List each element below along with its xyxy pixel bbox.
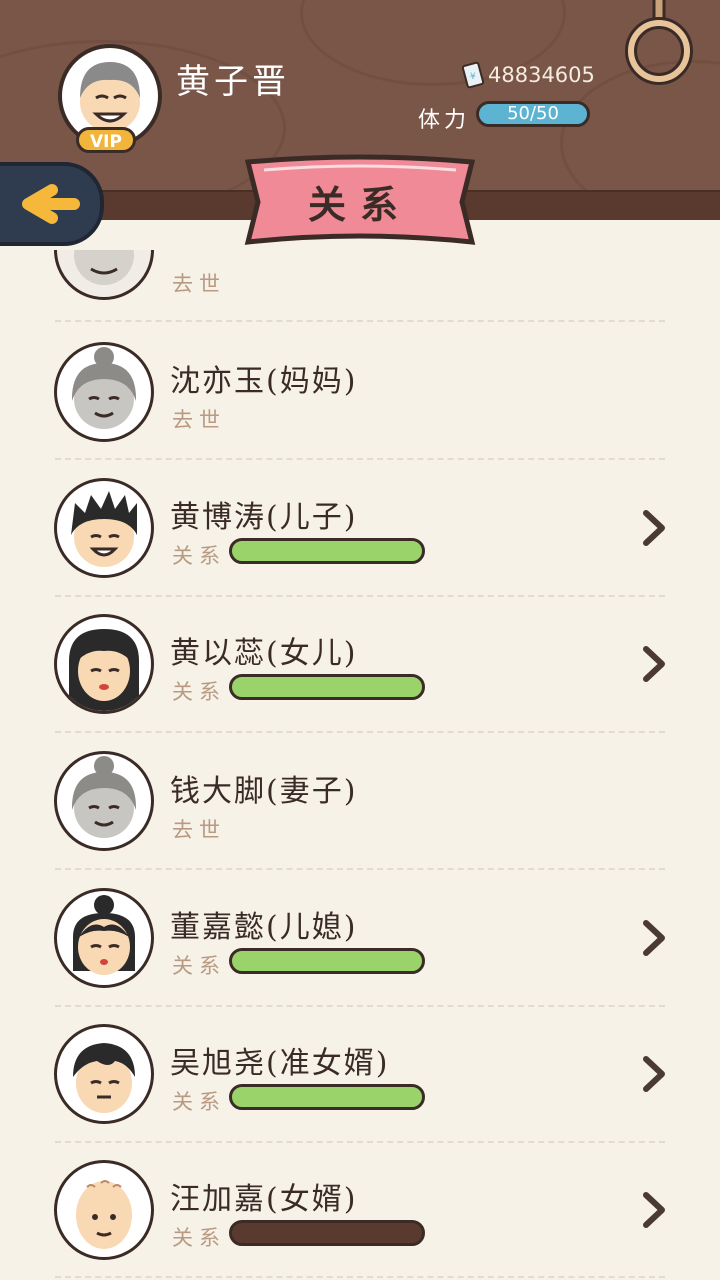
- avatar-son: [54, 478, 154, 578]
- list-item-future-son-in-law[interactable]: 吴旭尧(准女婿) 关系: [0, 1006, 720, 1142]
- banknote-icon: ¥: [462, 61, 484, 89]
- relationship-list[interactable]: 去世 沈亦玉(妈妈) 去世 黄博涛(儿子) 关系 黄以蕊(女儿) 关系 钱大脚(…: [0, 250, 720, 1280]
- girl-long-hair-icon: [69, 629, 139, 711]
- money-display: ¥ 48834605: [462, 60, 595, 90]
- avatar-son-in-law: [54, 1160, 154, 1260]
- chevron-right-icon[interactable]: [638, 918, 668, 958]
- partial-avatar: [54, 250, 154, 300]
- vip-badge: VIP: [76, 127, 136, 153]
- woman-bun-hair-icon: [73, 895, 135, 975]
- stamina-bar: 50/50: [476, 101, 590, 127]
- stamina-label: 体力: [418, 108, 471, 133]
- avatar-daughter-in-law: [54, 888, 154, 988]
- person-status: 去世: [172, 408, 226, 432]
- avatar-mother: [54, 342, 154, 442]
- person-name: 黄博涛(儿子): [170, 500, 358, 535]
- relation-bar: [229, 948, 425, 974]
- row-separator: [55, 731, 665, 733]
- relation-bar: [229, 674, 425, 700]
- person-status: 去世: [172, 818, 226, 842]
- back-button[interactable]: [0, 162, 104, 246]
- player-name: 黄子晋: [176, 62, 290, 102]
- bald-man-icon: [76, 1180, 132, 1249]
- svg-text:¥: ¥: [470, 72, 476, 82]
- person-name: 汪加嘉(女婿): [170, 1182, 358, 1217]
- relation-label: 关系: [172, 1226, 226, 1250]
- chevron-right-icon[interactable]: [638, 1054, 668, 1094]
- relation-label: 关系: [172, 954, 226, 978]
- relation-bar: [229, 1084, 425, 1110]
- avatar-daughter: [54, 614, 154, 714]
- grandma-gray-face-icon: [71, 756, 137, 838]
- list-item-daughter[interactable]: 黄以蕊(女儿) 关系: [0, 596, 720, 732]
- relation-label: 关系: [172, 680, 226, 704]
- avatar-future-son-in-law: [54, 1024, 154, 1124]
- relation-label: 关系: [172, 544, 226, 568]
- row-separator: [55, 320, 665, 322]
- person-name: 沈亦玉(妈妈): [170, 364, 358, 399]
- relation-bar: [229, 538, 425, 564]
- boy-spiky-hair-icon: [71, 491, 137, 567]
- partial-status: 去世: [172, 272, 226, 296]
- person-name: 黄以蕊(女儿): [170, 636, 358, 671]
- man-short-hair-icon: [73, 1043, 135, 1113]
- avatar-wife: [54, 751, 154, 851]
- page-title: 关系: [307, 182, 412, 227]
- money-value: 48834605: [488, 63, 595, 87]
- person-name: 吴旭尧(准女婿): [170, 1046, 390, 1081]
- chevron-right-icon[interactable]: [638, 644, 668, 684]
- arrow-left-icon: [22, 184, 80, 224]
- chevron-right-icon[interactable]: [638, 508, 668, 548]
- relation-bar: [229, 1220, 425, 1246]
- person-name: 董嘉懿(儿媳): [170, 910, 358, 945]
- list-item-daughter-in-law[interactable]: 董嘉懿(儿媳) 关系: [0, 870, 720, 1006]
- grandma-gray-face-icon: [71, 347, 137, 429]
- list-item-son[interactable]: 黄博涛(儿子) 关系: [0, 460, 720, 596]
- relation-label: 关系: [172, 1090, 226, 1114]
- settings-ring-icon[interactable]: [624, 0, 694, 92]
- person-name: 钱大脚(妻子): [170, 774, 358, 809]
- list-item-son-in-law[interactable]: 汪加嘉(女婿) 关系: [0, 1142, 720, 1278]
- chevron-right-icon[interactable]: [638, 1190, 668, 1230]
- row-separator: [55, 1276, 665, 1278]
- deceased-face-icon: [74, 250, 134, 285]
